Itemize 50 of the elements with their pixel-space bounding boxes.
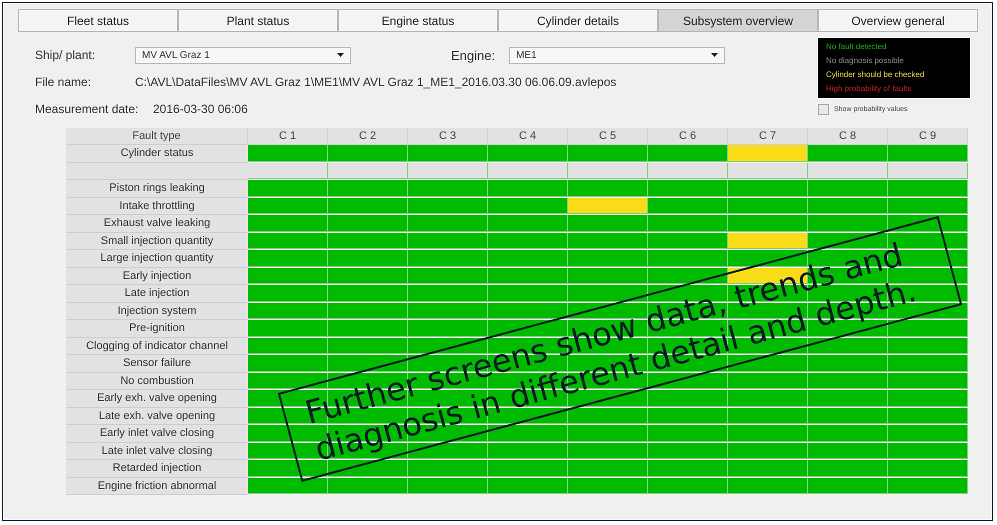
row-label: Intake throttling — [66, 198, 248, 215]
row-label: Clogging of indicator channel — [66, 338, 248, 355]
column-header: C 3 — [408, 128, 488, 145]
column-header: C 1 — [248, 128, 328, 145]
row-label: No combustion — [66, 372, 248, 390]
row-label: Piston rings leaking — [66, 180, 248, 198]
tab[interactable]: Fleet status — [18, 9, 178, 32]
column-header: C 4 — [488, 128, 568, 145]
caret-icon — [337, 53, 344, 57]
row-label: Late injection — [66, 285, 248, 302]
field-label: Engine: — [451, 48, 496, 62]
legend-entry: Cylinder should be checked — [826, 69, 926, 81]
legend-entry: No diagnosis possible — [826, 55, 905, 67]
row-label: Early exh. valve opening — [66, 390, 248, 408]
tab[interactable]: Subsystem overview — [658, 9, 818, 32]
row-label: Pre-ignition — [66, 320, 248, 338]
caret-icon — [711, 53, 718, 57]
field-label: Measurement date: — [35, 102, 140, 116]
engine-dropdown[interactable]: ME1 — [509, 46, 726, 64]
column-header: C 8 — [808, 128, 888, 145]
column-header: C 6 — [648, 128, 728, 145]
row-label: Retarded injection — [66, 460, 248, 478]
row-label: Injection system — [66, 302, 248, 320]
row-label: Early injection — [66, 268, 248, 285]
row-label: Large injection quantity — [66, 250, 248, 268]
legend-entry: No fault detected — [826, 41, 888, 53]
column-header: Fault type — [66, 128, 248, 145]
row-label: Late inlet valve closing — [66, 442, 248, 460]
column-header: C 7 — [728, 128, 808, 145]
field-label: Ship/ plant: — [35, 48, 96, 62]
row-label: Early inlet valve closing — [66, 425, 248, 442]
row-label: Exhaust valve leaking — [66, 215, 248, 232]
tab[interactable]: Engine status — [338, 9, 498, 32]
column-header: C 5 — [568, 128, 648, 145]
tab[interactable]: Cylinder details — [498, 9, 658, 32]
file-path: C:\AVL\DataFiles\MV AVL Graz 1\ME1\MV AVL Graz 1_ME1_2016.03.30 06.06.09.avlepos — [135, 75, 616, 89]
ship-dropdown[interactable]: MV AVL Graz 1 — [135, 46, 351, 64]
tab[interactable]: Plant status — [178, 9, 338, 32]
row-label: Small injection quantity — [66, 232, 248, 250]
tab[interactable]: Overview general — [818, 9, 978, 32]
row-label: Sensor failure — [66, 355, 248, 372]
row-label: Engine friction abnormal — [66, 478, 248, 495]
checkbox[interactable] — [818, 104, 829, 115]
legend-entry: High probability of faults — [826, 83, 912, 95]
column-header: C 2 — [328, 128, 408, 145]
date-value: 2016-03-30 06:06 — [153, 102, 248, 116]
row-label: Late exh. valve opening — [66, 408, 248, 425]
column-header: C 9 — [888, 128, 968, 145]
row-label: Cylinder status — [66, 145, 248, 162]
field-label: File name: — [35, 75, 92, 89]
